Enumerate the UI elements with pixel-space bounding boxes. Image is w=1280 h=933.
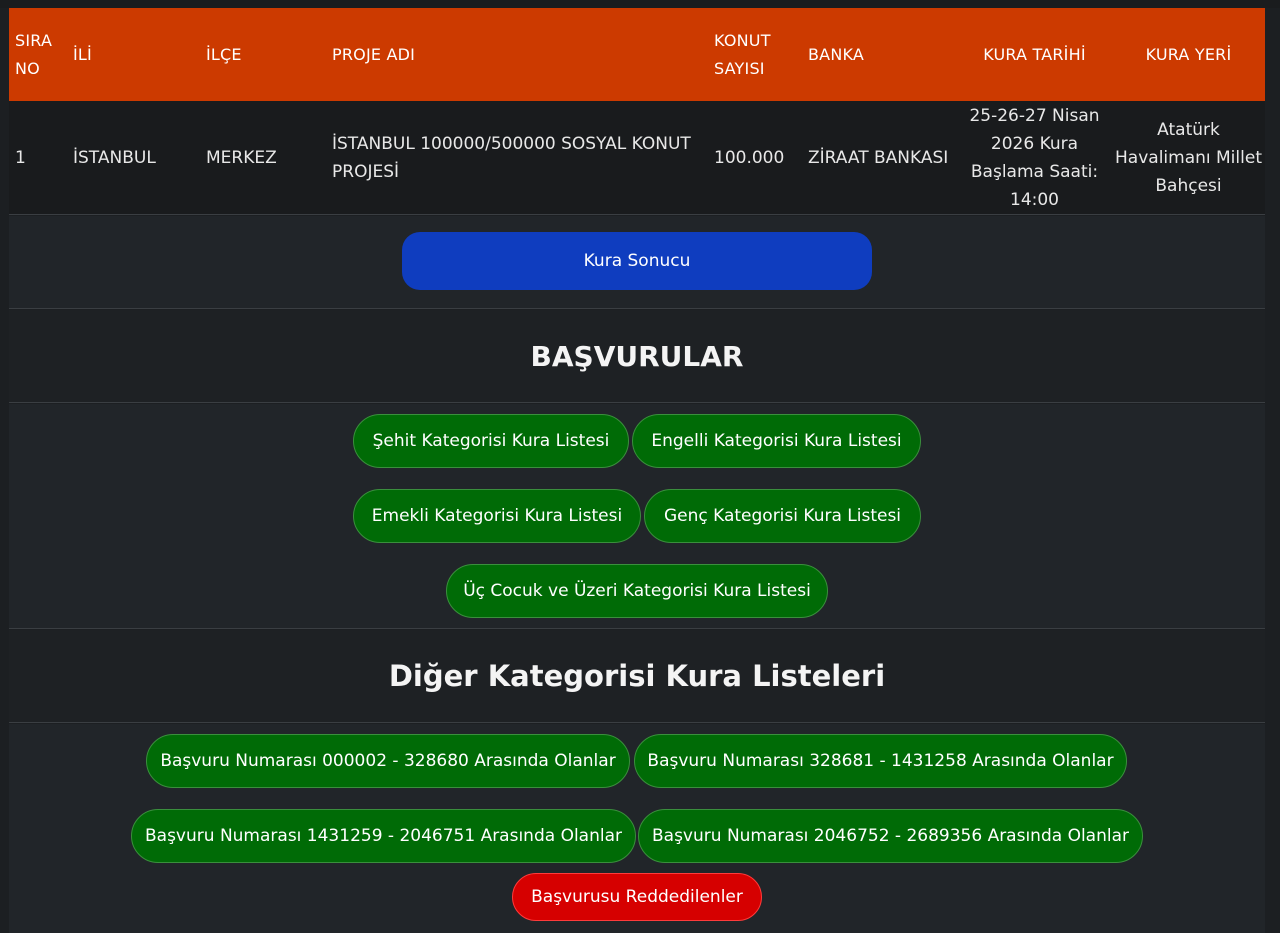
basvurular-band: Şehit Kategorisi Kura Listesi Engelli Ka… bbox=[9, 404, 1265, 629]
header-sira-no: SIRA NO bbox=[15, 30, 53, 78]
cell-kura-tarihi: 25-26-27 Nisan 2026 Kura Başlama Saati: … bbox=[969, 105, 1100, 210]
diger-title: Diğer Kategorisi Kura Listeleri bbox=[388, 659, 886, 693]
header-konut-sayisi: KONUT SAYISI bbox=[714, 30, 771, 78]
genc-kategorisi-button[interactable]: Genç Kategorisi Kura Listesi bbox=[644, 489, 921, 543]
diger-band: Başvuru Numarası 000002 - 328680 Arasınd… bbox=[9, 724, 1265, 933]
basvuru-aralik-1-button[interactable]: Başvuru Numarası 000002 - 328680 Arasınd… bbox=[146, 734, 630, 788]
header-banka: BANKA bbox=[808, 44, 865, 64]
engelli-kategorisi-button[interactable]: Engelli Kategorisi Kura Listesi bbox=[632, 414, 921, 468]
emekli-kategorisi-button[interactable]: Emekli Kategorisi Kura Listesi bbox=[353, 489, 641, 543]
kura-sonucu-button[interactable]: Kura Sonucu bbox=[402, 232, 872, 290]
sehit-kategorisi-button[interactable]: Şehit Kategorisi Kura Listesi bbox=[353, 414, 629, 468]
cell-kura-yeri: Atatürk Havalimanı Millet Bahçesi bbox=[1115, 119, 1262, 196]
header-ilce: İLÇE bbox=[206, 44, 242, 64]
header-kura-yeri: KURA YERİ bbox=[1145, 44, 1232, 64]
result-band: Kura Sonucu bbox=[9, 216, 1265, 309]
table-row: 1 İSTANBUL MERKEZ İSTANBUL 100000/500000… bbox=[9, 101, 1265, 215]
top-strip bbox=[0, 0, 1280, 8]
diger-heading: Diğer Kategorisi Kura Listeleri bbox=[9, 630, 1265, 723]
cell-banka: ZİRAAT BANKASI bbox=[808, 147, 949, 168]
basvuru-aralik-3-button[interactable]: Başvuru Numarası 1431259 - 2046751 Arası… bbox=[131, 809, 636, 863]
kura-table: SIRA NO İLİ İLÇE PROJE ADI KONUT SAYISI … bbox=[9, 8, 1265, 215]
basvurular-title: BAŞVURULAR bbox=[530, 339, 744, 373]
cell-konut-sayisi: 100.000 bbox=[714, 147, 785, 168]
basvurusu-reddedilenler-button[interactable]: Başvurusu Reddedilenler bbox=[512, 873, 762, 921]
cell-proje-adi: İSTANBUL 100000/500000 SOSYAL KONUT PROJ… bbox=[332, 133, 691, 182]
uc-cocuk-kategorisi-button[interactable]: Üç Cocuk ve Üzeri Kategorisi Kura Listes… bbox=[446, 564, 828, 618]
basvurular-heading: BAŞVURULAR bbox=[9, 310, 1265, 403]
page: SIRA NO İLİ İLÇE PROJE ADI KONUT SAYISI … bbox=[0, 0, 1280, 933]
header-kura-tarihi: KURA TARİHİ bbox=[983, 44, 1086, 64]
header-ili: İLİ bbox=[73, 44, 92, 64]
basvuru-aralik-4-button[interactable]: Başvuru Numarası 2046752 - 2689356 Arası… bbox=[638, 809, 1143, 863]
cell-ili: İSTANBUL bbox=[73, 147, 156, 168]
table-header: SIRA NO İLİ İLÇE PROJE ADI KONUT SAYISI … bbox=[9, 8, 1265, 101]
cell-ilce: MERKEZ bbox=[206, 147, 277, 168]
cell-sira-no: 1 bbox=[15, 147, 26, 168]
header-proje-adi: PROJE ADI bbox=[332, 44, 416, 64]
basvuru-aralik-2-button[interactable]: Başvuru Numarası 328681 - 1431258 Arasın… bbox=[634, 734, 1127, 788]
